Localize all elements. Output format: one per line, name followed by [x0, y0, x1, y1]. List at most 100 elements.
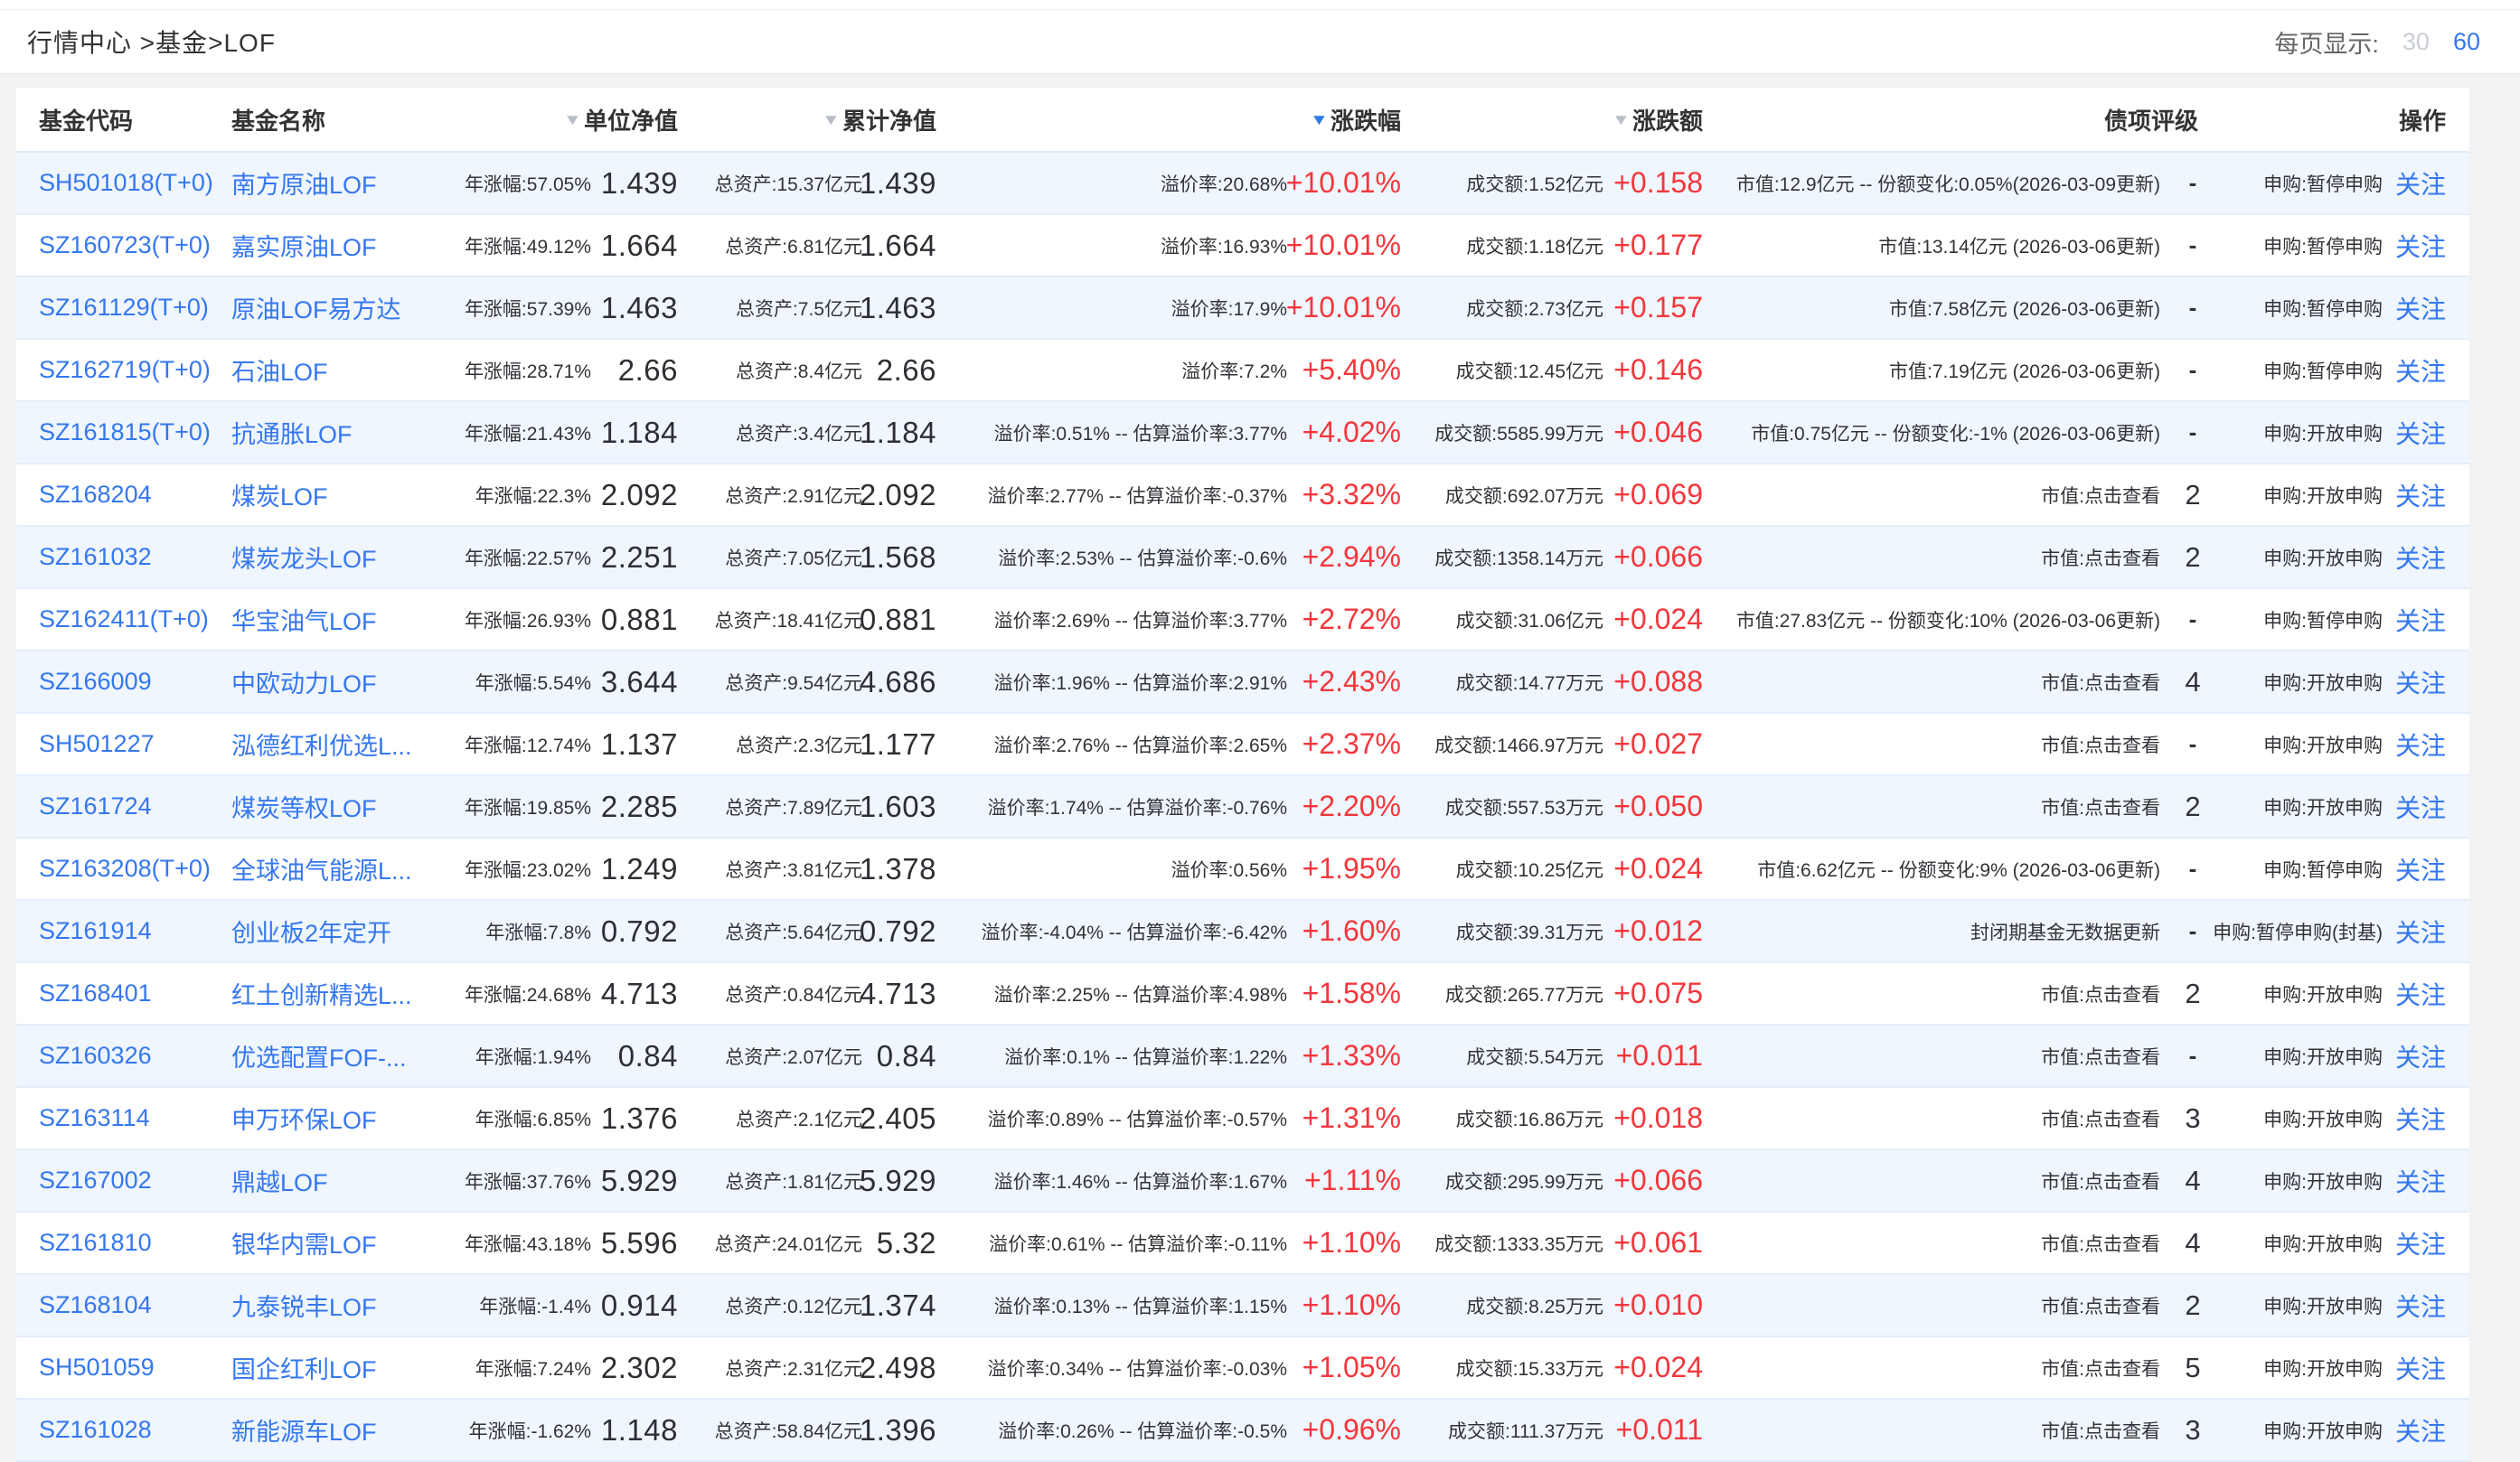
- fund-code-link[interactable]: SZ161032: [39, 543, 152, 571]
- follow-link[interactable]: 关注: [2395, 1101, 2469, 1137]
- follow-link[interactable]: 关注: [2395, 664, 2469, 700]
- follow-link[interactable]: 关注: [2395, 228, 2469, 264]
- fund-name-link[interactable]: 石油LOF: [231, 352, 328, 388]
- market-value-link[interactable]: 市值:点击查看: [2041, 1354, 2160, 1382]
- fund-code-link[interactable]: SZ160723(T+0): [39, 231, 211, 259]
- fund-code-link[interactable]: SH501018(T+0): [39, 169, 213, 197]
- follow-link[interactable]: 关注: [2395, 1412, 2469, 1448]
- fund-code-link[interactable]: SZ161129(T+0): [39, 294, 209, 322]
- follow-link[interactable]: 关注: [2395, 1288, 2469, 1324]
- subscription-status-text: 申购:暂停申购: [2263, 295, 2383, 322]
- fund-name-link[interactable]: 南方原油LOF: [231, 165, 377, 201]
- follow-link[interactable]: 关注: [2395, 851, 2469, 887]
- table-row: SH501018(T+0) 南方原油LOF 年涨幅:57.05% 1.439 总…: [16, 153, 2469, 215]
- page-size-option-60[interactable]: 60: [2453, 28, 2480, 56]
- fund-name-link[interactable]: 新能源车LOF: [231, 1412, 377, 1448]
- bond-rating-value: -: [2189, 356, 2197, 384]
- total-assets-text: 总资产:7.89亿元: [725, 793, 862, 820]
- market-value-link[interactable]: 市值:点击查看: [2041, 669, 2160, 696]
- fund-name-link[interactable]: 红土创新精选L...: [231, 976, 412, 1011]
- sort-desc-icon[interactable]: ▼: [563, 112, 582, 127]
- market-value-link[interactable]: 市值:点击查看: [2041, 482, 2160, 509]
- fund-name-link[interactable]: 优选配置FOF-...: [231, 1038, 406, 1073]
- follow-link[interactable]: 关注: [2395, 352, 2469, 389]
- market-value-link[interactable]: 市值:点击查看: [2041, 731, 2160, 758]
- cumulative-nav-value: 1.374: [860, 1289, 936, 1323]
- fund-code-link[interactable]: SZ168401: [39, 979, 152, 1007]
- fund-name-link[interactable]: 原油LOF易方达: [231, 290, 401, 325]
- fund-name-link[interactable]: 抗通胀LOF: [231, 415, 353, 450]
- fund-code-link[interactable]: SZ161815(T+0): [39, 418, 211, 446]
- fund-code-link[interactable]: SZ161724: [39, 792, 152, 820]
- page-size-option-30[interactable]: 30: [2402, 28, 2430, 56]
- fund-code-link[interactable]: SZ166009: [39, 668, 152, 696]
- fund-name-link[interactable]: 全球油气能源L...: [231, 851, 412, 886]
- fund-code-link[interactable]: SZ167002: [39, 1167, 152, 1195]
- fund-name-link[interactable]: 华宝油气LOF: [231, 602, 377, 637]
- follow-link[interactable]: 关注: [2395, 477, 2469, 513]
- fund-code-link[interactable]: SZ161810: [39, 1229, 152, 1257]
- follow-link[interactable]: 关注: [2395, 539, 2469, 576]
- header-change-amount[interactable]: ▼ 涨跌额: [1401, 103, 1703, 136]
- breadcrumb[interactable]: 行情中心 >基金>LOF: [27, 23, 276, 60]
- follow-link[interactable]: 关注: [2395, 1163, 2469, 1199]
- turnover-text: 成交额:5585.99万元: [1434, 419, 1603, 446]
- fund-code-link[interactable]: SZ161914: [39, 917, 152, 945]
- sort-desc-icon-active[interactable]: ▼: [1310, 112, 1329, 127]
- follow-link[interactable]: 关注: [2395, 914, 2469, 950]
- fund-name-link[interactable]: 九泰锐丰LOF: [231, 1288, 377, 1323]
- market-value-link[interactable]: 市值:点击查看: [2041, 1043, 2160, 1070]
- fund-name-link[interactable]: 泓德红利优选L...: [231, 726, 412, 762]
- follow-link[interactable]: 关注: [2395, 1225, 2469, 1261]
- sort-desc-icon[interactable]: ▼: [1612, 112, 1631, 127]
- follow-link[interactable]: 关注: [2395, 1350, 2469, 1386]
- header-change-percent[interactable]: ▼ 涨跌幅: [936, 103, 1401, 136]
- follow-link[interactable]: 关注: [2395, 290, 2469, 326]
- fund-code-link[interactable]: SZ168104: [39, 1291, 152, 1319]
- fund-code-link[interactable]: SZ161028: [39, 1416, 152, 1444]
- fund-name-link[interactable]: 煤炭LOF: [231, 477, 328, 512]
- market-value-link[interactable]: 市值:点击查看: [2041, 793, 2160, 820]
- follow-link[interactable]: 关注: [2395, 726, 2469, 763]
- fund-name-link[interactable]: 创业板2年定开: [231, 914, 391, 949]
- fund-name-link[interactable]: 中欧动力LOF: [231, 664, 377, 699]
- market-value-link[interactable]: 市值:点击查看: [2041, 1105, 2160, 1132]
- fund-name-link[interactable]: 鼎越LOF: [231, 1163, 328, 1198]
- market-value-link[interactable]: 市值:点击查看: [2041, 544, 2160, 571]
- cumulative-nav-value: 1.177: [860, 727, 936, 762]
- fund-name-link[interactable]: 申万环保LOF: [231, 1101, 377, 1136]
- fund-name-link[interactable]: 银华内需LOF: [231, 1225, 377, 1261]
- cumulative-nav-value: 2.405: [860, 1101, 936, 1136]
- fund-name-link[interactable]: 煤炭等权LOF: [231, 789, 377, 824]
- follow-link[interactable]: 关注: [2395, 976, 2469, 1012]
- market-value-text: 市值:0.75亿元 -- 份额变化:-1% (2026-03-06更新): [1751, 419, 2160, 446]
- follow-link[interactable]: 关注: [2395, 1038, 2469, 1074]
- header-unit-nav[interactable]: ▼ 单位净值: [439, 103, 678, 136]
- market-value-link[interactable]: 市值:点击查看: [2041, 1167, 2160, 1195]
- fund-code-link[interactable]: SZ160326: [39, 1042, 152, 1070]
- market-value-link[interactable]: 市值:点击查看: [2041, 1292, 2160, 1319]
- follow-link[interactable]: 关注: [2395, 415, 2469, 451]
- fund-code-link[interactable]: SZ163208(T+0): [39, 855, 211, 883]
- fund-name-link[interactable]: 嘉实原油LOF: [231, 228, 377, 263]
- fund-code-link[interactable]: SZ162719(T+0): [39, 356, 211, 384]
- fund-code-link[interactable]: SH501227: [39, 730, 155, 758]
- fund-name-link[interactable]: 国企红利LOF: [231, 1350, 377, 1385]
- sort-desc-icon[interactable]: ▼: [822, 112, 841, 127]
- fund-code-link[interactable]: SH501059: [39, 1354, 155, 1382]
- market-value-link[interactable]: 市值:点击查看: [2041, 1230, 2160, 1257]
- fund-name-link[interactable]: 煤炭龙头LOF: [231, 539, 377, 575]
- market-value-link[interactable]: 市值:点击查看: [2041, 980, 2160, 1007]
- cumulative-nav-value: 1.184: [860, 416, 936, 450]
- fund-code-link[interactable]: SZ168204: [39, 481, 152, 509]
- header-cumulative-nav[interactable]: ▼ 累计净值: [678, 103, 936, 136]
- follow-link[interactable]: 关注: [2395, 602, 2469, 638]
- market-value-link[interactable]: 市值:点击查看: [2041, 1417, 2160, 1444]
- follow-link[interactable]: 关注: [2395, 165, 2469, 201]
- subscription-status-text: 申购:暂停申购: [2263, 232, 2383, 259]
- follow-link[interactable]: 关注: [2395, 789, 2469, 825]
- table-row: SZ161724 煤炭等权LOF 年涨幅:19.85% 2.285 总资产:7.…: [16, 776, 2469, 839]
- fund-code-link[interactable]: SZ162411(T+0): [39, 605, 209, 633]
- fund-code-link[interactable]: SZ163114: [39, 1104, 150, 1132]
- cumulative-nav-value: 2.66: [877, 353, 936, 388]
